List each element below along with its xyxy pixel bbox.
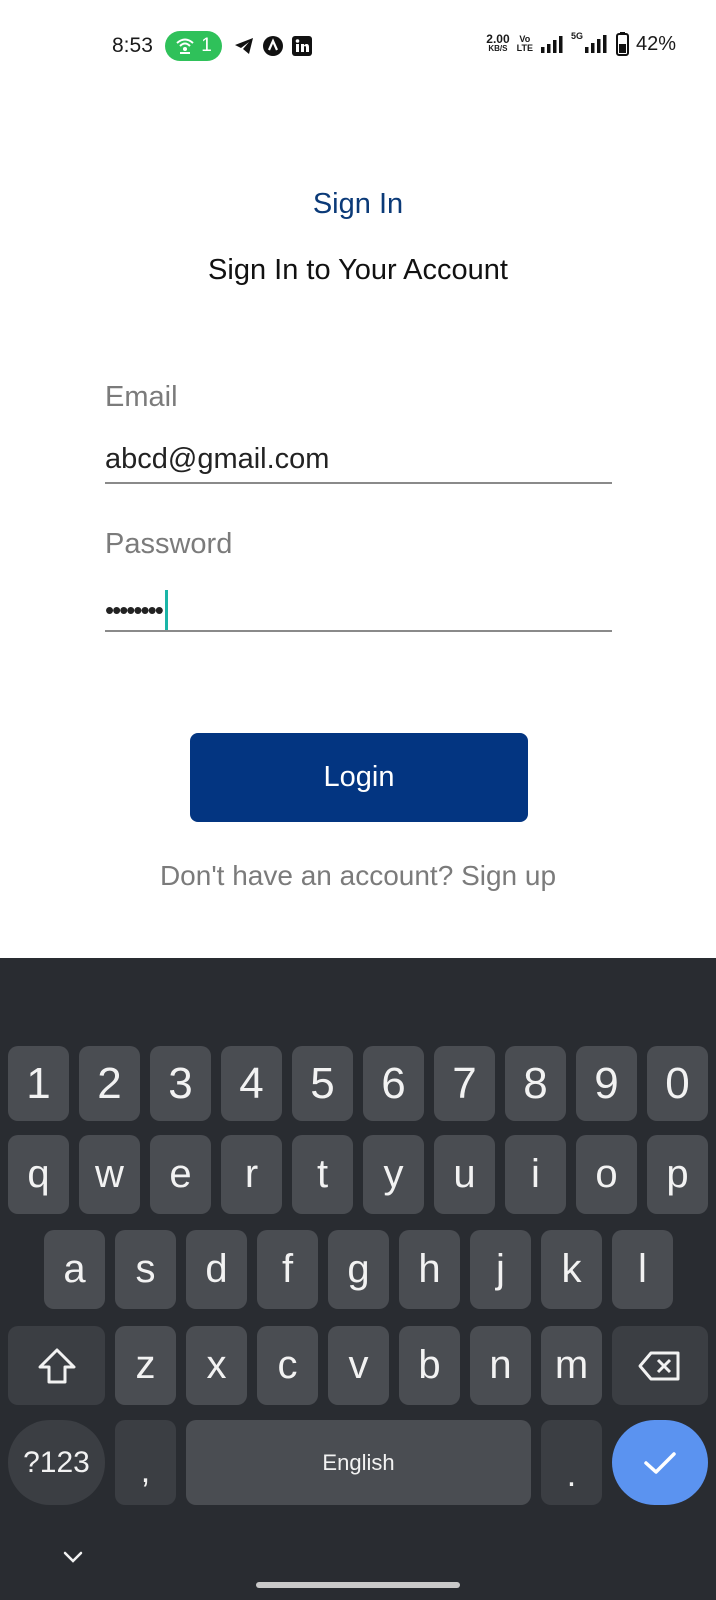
status-time: 8:53 (112, 34, 153, 57)
symbols-key[interactable]: ?123 (8, 1420, 105, 1505)
key-b[interactable]: b (399, 1326, 460, 1405)
key-g[interactable]: g (328, 1230, 389, 1309)
space-key[interactable]: English (186, 1420, 531, 1505)
signal-5g: 5G (571, 31, 609, 55)
page-title: Sign In (312, 188, 404, 220)
network-speed-unit: KB/S (488, 44, 508, 53)
key-h[interactable]: h (399, 1230, 460, 1309)
backspace-icon (638, 1351, 680, 1380)
key-j[interactable]: j (470, 1230, 531, 1309)
key-9[interactable]: 9 (576, 1046, 637, 1121)
key-t[interactable]: t (292, 1135, 353, 1214)
hotspot-count: 1 (201, 35, 212, 56)
key-a[interactable]: a (44, 1230, 105, 1309)
key-v[interactable]: v (328, 1326, 389, 1405)
hotspot-indicator: 1 (165, 31, 222, 61)
comma-key[interactable]: , (115, 1420, 176, 1505)
key-p[interactable]: p (647, 1135, 708, 1214)
hotspot-icon (176, 38, 194, 54)
key-1[interactable]: 1 (8, 1046, 69, 1121)
network-speed: 2.00 KB/S (486, 32, 510, 54)
key-7[interactable]: 7 (434, 1046, 495, 1121)
network-speed-value: 2.00 (486, 32, 510, 46)
enter-key[interactable] (612, 1420, 708, 1505)
chevron-down-icon[interactable] (60, 1548, 86, 1568)
telegram-icon (235, 38, 253, 54)
linkedin-icon (292, 36, 312, 56)
check-icon (644, 1451, 676, 1474)
key-c[interactable]: c (257, 1326, 318, 1405)
gesture-nav-handle[interactable] (256, 1582, 460, 1588)
battery-percent: 42% (635, 32, 676, 55)
signup-link[interactable]: Don't have an account? Sign up (0, 860, 716, 892)
signal-icon (540, 36, 563, 53)
key-r[interactable]: r (221, 1135, 282, 1214)
key-8[interactable]: 8 (505, 1046, 566, 1121)
shift-icon (38, 1348, 75, 1383)
key-f[interactable]: f (257, 1230, 318, 1309)
volte-indicator: Vo LTE (517, 35, 533, 53)
password-value: •••••••• (105, 590, 168, 630)
key-o[interactable]: o (576, 1135, 637, 1214)
password-field[interactable] (105, 584, 612, 632)
key-4[interactable]: 4 (221, 1046, 282, 1121)
period-key[interactable]: . (541, 1420, 602, 1505)
key-x[interactable]: x (186, 1326, 247, 1405)
status-right: 2.00 KB/S Vo LTE 5G 42% (486, 31, 676, 56)
key-e[interactable]: e (150, 1135, 211, 1214)
signal-icon-2 (584, 35, 607, 53)
key-u[interactable]: u (434, 1135, 495, 1214)
a-app-icon (263, 36, 283, 56)
key-y[interactable]: y (363, 1135, 424, 1214)
key-l[interactable]: l (612, 1230, 673, 1309)
login-button[interactable]: Login (190, 733, 528, 822)
email-field[interactable] (105, 436, 612, 484)
shift-key[interactable] (8, 1326, 105, 1405)
key-3[interactable]: 3 (150, 1046, 211, 1121)
key-2[interactable]: 2 (79, 1046, 140, 1121)
volte-bottom: LTE (516, 43, 533, 53)
password-mask: •••••••• (105, 594, 164, 625)
key-i[interactable]: i (505, 1135, 566, 1214)
page-subtitle: Sign In to Your Account (208, 254, 508, 286)
key-k[interactable]: k (541, 1230, 602, 1309)
email-label: Email (105, 381, 178, 413)
space-key-label: English (322, 1449, 395, 1475)
key-m[interactable]: m (541, 1326, 602, 1405)
key-n[interactable]: n (470, 1326, 531, 1405)
key-5[interactable]: 5 (292, 1046, 353, 1121)
key-w[interactable]: w (79, 1135, 140, 1214)
battery-icon (615, 32, 629, 56)
backspace-key[interactable] (612, 1326, 708, 1405)
key-d[interactable]: d (186, 1230, 247, 1309)
password-label: Password (105, 528, 233, 560)
key-6[interactable]: 6 (363, 1046, 424, 1121)
text-caret (164, 590, 168, 630)
key-q[interactable]: q (8, 1135, 69, 1214)
key-s[interactable]: s (115, 1230, 176, 1309)
status-bar: 8:53 1 2.00 KB/S Vo LTE 5G 42% (0, 0, 716, 92)
key-z[interactable]: z (115, 1326, 176, 1405)
key-0[interactable]: 0 (647, 1046, 708, 1121)
